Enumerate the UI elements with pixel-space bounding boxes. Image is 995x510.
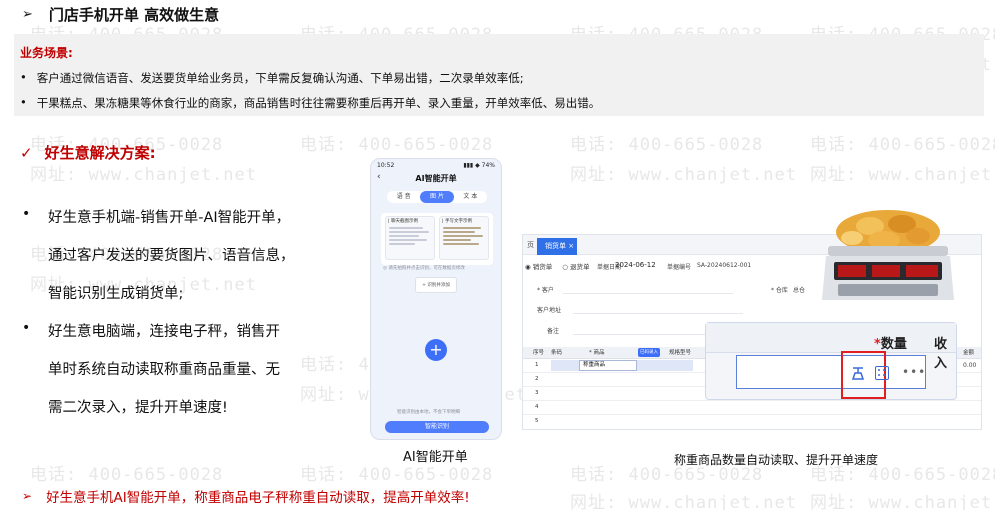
phone-screenshot: 10:52 ▮▮▮ ◆ 74% ‹ AI智能开单 语 音 图 片 文 本 | 聊… bbox=[370, 158, 502, 440]
solution-point-line: 单时系统自动读取称重商品重量、无 bbox=[48, 362, 280, 378]
phone-title: AI智能开单 bbox=[415, 174, 457, 183]
scenario-item-text: 干果糕点、果冻糖果等休食行业的商家，商品销售时往往需要称重后再开单、录入重量，开… bbox=[36, 96, 601, 110]
date-value[interactable]: 2024-06-12 bbox=[615, 261, 656, 269]
tab-previous[interactable]: 页 bbox=[523, 238, 538, 252]
erp-caption: 称重商品数量自动读取、提升开单速度 bbox=[674, 453, 879, 467]
solution-point-line: 需二次录入，提升开单速度! bbox=[48, 400, 228, 416]
customer-label: * 客户 bbox=[537, 287, 554, 294]
row-number: 1 bbox=[535, 362, 539, 368]
add-photo-button[interactable]: + bbox=[425, 339, 447, 361]
tab-sales-order[interactable]: 销货单 × bbox=[537, 238, 577, 255]
watermark-phone: 电话: 400-665-0028 bbox=[30, 465, 224, 485]
row-number: 2 bbox=[535, 376, 539, 382]
solution-heading: ✓ 好生意解决方案: bbox=[20, 142, 156, 163]
remark-label: 备注 bbox=[547, 328, 560, 335]
privacy-tip: 智能识别由本地，不会下单明细 bbox=[397, 410, 460, 415]
check-icon: ✓ bbox=[20, 143, 33, 162]
watermark-site: 网址: www.chanjet.net bbox=[810, 493, 995, 510]
required-star: * bbox=[874, 337, 881, 352]
electronic-scale-image bbox=[822, 210, 954, 300]
row-number: 3 bbox=[535, 390, 539, 396]
quantity-label: 数量 bbox=[880, 337, 907, 352]
bullet-icon: • bbox=[20, 70, 27, 84]
tab-image[interactable]: 图 片 bbox=[420, 191, 454, 203]
warehouse-label: * 仓库 bbox=[771, 287, 788, 294]
row-number: 4 bbox=[535, 404, 539, 410]
barcode-entry-badge[interactable]: 已码录入 bbox=[638, 348, 660, 357]
radio-sales-order[interactable]: ◉ 销货单 bbox=[525, 261, 552, 271]
bullet-icon: • bbox=[20, 95, 27, 109]
phone-caption: AI智能开单 bbox=[403, 450, 468, 465]
col-amount: 金额 bbox=[963, 350, 975, 356]
header-arrow-icon: ➢ bbox=[22, 7, 33, 22]
scenario-item-text: 客户通过微信语音、发送要货单给业务员，下单需反复确认沟通、下单易出错，二次录单效… bbox=[36, 71, 524, 85]
bullet-icon: • bbox=[22, 206, 31, 222]
quantity-header: *数量 bbox=[874, 333, 907, 352]
order-type-radios: ◉ 销货单 ○ 退货单 bbox=[525, 261, 590, 271]
page-header: ➢ 门店手机开单 高效做生意 bbox=[22, 4, 219, 25]
quantity-input[interactable] bbox=[736, 355, 926, 389]
tab-text[interactable]: 文 本 bbox=[454, 191, 487, 203]
watermark-site: 网址: www.chanjet.net bbox=[570, 493, 797, 510]
status-signal: ▮▮▮ ◆ 74% bbox=[463, 162, 495, 169]
recognize-hint: ◎ 请先拍照并点击识别，可在数据页修改 bbox=[383, 266, 465, 271]
watermark-phone: 电话: 400-665-0028 bbox=[810, 135, 995, 155]
scenario-item: • 干果糕点、果冻糖果等休食行业的商家，商品销售时往往需要称重后再开单、录入重量… bbox=[20, 95, 600, 111]
footer-arrow-icon: ➢ bbox=[22, 489, 33, 503]
add-recognize-button[interactable]: + 识别并添加 bbox=[415, 277, 457, 293]
order-no-value: SA-20240612-001 bbox=[697, 262, 752, 269]
quantity-zoom-callout: *数量 收入 ••• bbox=[705, 322, 957, 400]
address-label: 客户地址 bbox=[537, 307, 562, 314]
radio-return-order[interactable]: ○ 退货单 bbox=[562, 261, 589, 271]
sample-caption: | 聊天截图示例 bbox=[388, 219, 418, 224]
scenario-heading: 业务场景: bbox=[20, 46, 73, 60]
bullet-icon: • bbox=[22, 320, 31, 336]
input-mode-tabs: 语 音 图 片 文 本 bbox=[387, 191, 487, 203]
status-time: 10:52 bbox=[377, 162, 395, 169]
footer-summary: ➢ 好生意手机AI智能开单，称重商品电子秤称重自动读取，提高开单效率! bbox=[22, 486, 470, 506]
solution-heading-text: 好生意解决方案: bbox=[44, 144, 156, 162]
watermark-site: 网址: www.chanjet.net bbox=[570, 165, 797, 185]
smart-recognize-button[interactable]: 智能识别 bbox=[385, 421, 489, 433]
col-product: * 商品 bbox=[589, 350, 605, 356]
sample-caption: | 手写文字示例 bbox=[442, 219, 472, 224]
receive-header: 收入 bbox=[934, 337, 948, 371]
scenario-item: • 客户通过微信语音、发送要货单给业务员，下单需反复确认沟通、下单易出错，二次录… bbox=[20, 70, 524, 86]
product-cell[interactable]: 称重商品 bbox=[579, 360, 637, 371]
calculator-icon[interactable] bbox=[875, 366, 889, 380]
chat-sample-card[interactable]: | 聊天截图示例 bbox=[385, 216, 435, 260]
warehouse-value[interactable]: 总仓 bbox=[793, 285, 805, 294]
sample-panel: | 聊天截图示例 | 手写文字示例 bbox=[381, 213, 493, 265]
watermark-site: 网址: www.chanjet.net bbox=[30, 165, 257, 185]
watermark-site: 网址: www.chanjet.net bbox=[810, 165, 995, 185]
watermark-phone: 电话: 400-665-0028 bbox=[300, 135, 494, 155]
handwriting-sample-card[interactable]: | 手写文字示例 bbox=[439, 216, 489, 260]
scale-icon[interactable] bbox=[850, 365, 866, 381]
col-row: 序号 bbox=[533, 350, 545, 356]
col-code: 条码 bbox=[551, 350, 563, 356]
solution-point-line: 智能识别生成销货单; bbox=[48, 286, 184, 302]
amount-cell: 0.00 bbox=[963, 362, 977, 369]
page-title: 门店手机开单 高效做生意 bbox=[48, 6, 220, 24]
solution-point-line: 通过客户发送的要货图片、语音信息， bbox=[48, 248, 295, 264]
zoom-header bbox=[706, 323, 956, 353]
solution-point-line: 好生意电脑端，连接电子秤，销售开 bbox=[48, 324, 280, 340]
more-icon[interactable]: ••• bbox=[902, 365, 926, 379]
order-no-label: 单据编号 bbox=[667, 264, 692, 271]
footer-text: 好生意手机AI智能开单，称重商品电子秤称重自动读取，提高开单效率! bbox=[46, 490, 470, 506]
row-number: 5 bbox=[535, 418, 539, 424]
tab-voice[interactable]: 语 音 bbox=[387, 191, 420, 203]
solution-point-line: 好生意手机端-销售开单-AI智能开单， bbox=[48, 210, 291, 226]
watermark-phone: 电话: 400-665-0028 bbox=[570, 135, 764, 155]
col-spec: 规格型号 bbox=[669, 350, 692, 356]
